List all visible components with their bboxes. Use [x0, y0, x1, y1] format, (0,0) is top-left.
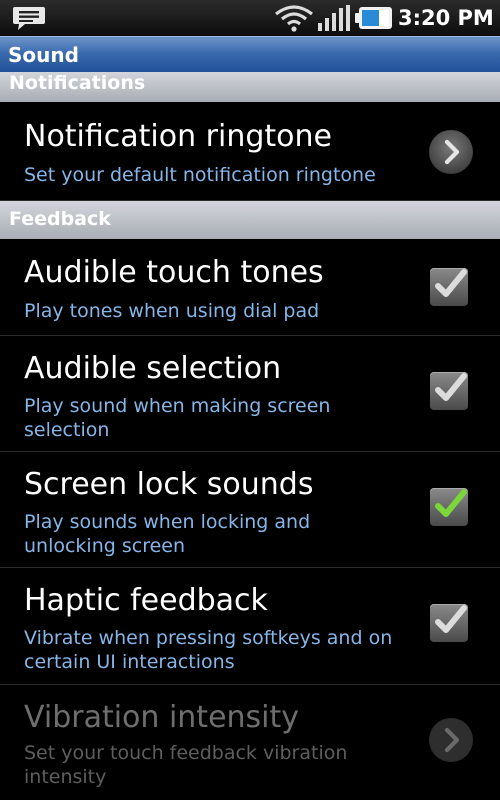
title-bar: Sound: [0, 36, 500, 73]
chevron-right-icon[interactable]: [428, 129, 474, 175]
setting-haptic-feedback[interactable]: Haptic feedback Vibrate when pressing so…: [0, 568, 500, 685]
checkmark-icon: [435, 605, 467, 633]
checkmark-icon: [435, 489, 467, 517]
section-header-feedback: Feedback: [0, 201, 500, 239]
setting-summary: Play sounds when locking and unlocking s…: [24, 511, 311, 557]
signal-icon: [318, 5, 350, 31]
battery-icon: [355, 7, 392, 29]
checkbox-audible-selection[interactable]: [430, 372, 468, 410]
checkmark-icon: [435, 269, 467, 297]
setting-title: Audible touch tones: [24, 255, 324, 290]
status-bar: 3:20 PM: [0, 0, 500, 36]
setting-title: Vibration intensity: [24, 700, 300, 735]
setting-title: Screen lock sounds: [24, 467, 314, 502]
chevron-right-icon: [429, 718, 473, 762]
setting-audible-touch-tones[interactable]: Audible touch tones Play tones when usin…: [0, 239, 500, 336]
setting-audible-selection[interactable]: Audible selection Play sound when making…: [0, 336, 500, 452]
page-title: Sound: [8, 43, 79, 67]
message-icon: [13, 7, 45, 30]
checkbox-audible-touch-tones[interactable]: [430, 268, 468, 306]
setting-summary: Vibrate when pressing softkeys and on ce…: [24, 627, 393, 673]
setting-vibration-intensity: Vibration intensity Set your touch feedb…: [0, 685, 500, 800]
wifi-icon: [275, 5, 313, 32]
setting-summary: Set your touch feedback vibration intens…: [24, 742, 348, 788]
checkbox-screen-lock-sounds[interactable]: [430, 488, 468, 526]
setting-summary: Set your default notification ringtone: [24, 164, 376, 186]
checkbox-haptic-feedback[interactable]: [430, 604, 468, 642]
setting-screen-lock-sounds[interactable]: Screen lock sounds Play sounds when lock…: [0, 452, 500, 568]
section-header-notifications: Notifications: [0, 72, 500, 102]
setting-summary: Play tones when using dial pad: [24, 300, 320, 322]
status-clock: 3:20 PM: [398, 6, 494, 30]
checkmark-icon: [435, 373, 467, 401]
setting-notification-ringtone[interactable]: Notification ringtone Set your default n…: [0, 103, 500, 201]
setting-summary: Play sound when making screen selection: [24, 395, 331, 441]
setting-title: Haptic feedback: [24, 583, 268, 618]
setting-title: Audible selection: [24, 351, 282, 386]
setting-title: Notification ringtone: [24, 119, 332, 154]
